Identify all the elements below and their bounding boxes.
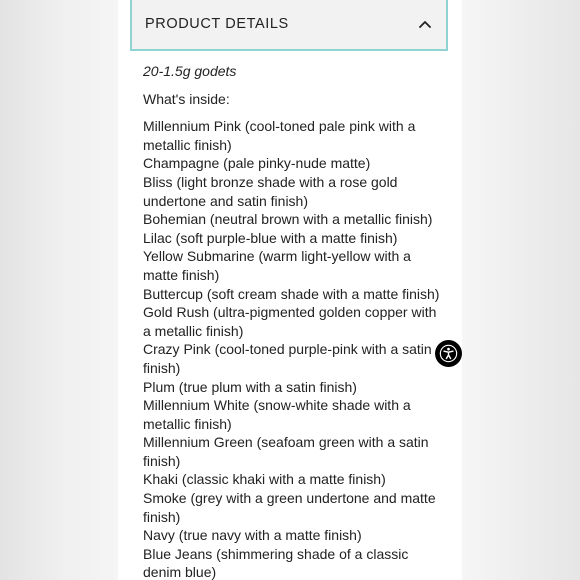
shade-item: Yellow Submarine (warm light-yellow with… xyxy=(143,248,411,283)
shade-list: Millennium Pink (cool-toned pale pink wi… xyxy=(143,117,443,580)
shade-item: Lilac (soft purple-blue with a matte fin… xyxy=(143,229,398,246)
shade-item: Gold Rush (ultra-pigmented golden copper… xyxy=(143,304,437,339)
shade-item: Navy (true navy with a matte finish) xyxy=(143,527,362,544)
shade-item: Bliss (light bronze shade with a rose go… xyxy=(143,173,398,209)
background-left xyxy=(0,0,118,580)
shade-item: Bohemian (neutral brown with a metallic … xyxy=(143,211,433,228)
shade-item: Blue Jeans (shimmering shade of a classi… xyxy=(143,545,409,580)
shade-item: Crazy Pink (cool-toned purple-pink with … xyxy=(143,341,432,376)
whats-inside-label: What's inside: xyxy=(143,90,230,107)
product-details-accordion-header[interactable]: PRODUCT DETAILS xyxy=(130,0,448,51)
shade-item: Buttercup (soft cream shade with a matte… xyxy=(143,285,440,302)
chevron-up-icon[interactable] xyxy=(418,17,432,31)
accordion-title: PRODUCT DETAILS xyxy=(145,15,289,32)
shade-item: Smoke (grey with a green undertone and m… xyxy=(143,490,436,525)
product-details-content: 20-1.5g godets What's inside: Millennium… xyxy=(143,62,443,580)
background-right xyxy=(462,0,580,580)
shade-item: Khaki (classic khaki with a matte finish… xyxy=(143,471,386,488)
accessibility-button[interactable] xyxy=(435,340,462,367)
shade-item: Millennium White (snow-white shade with … xyxy=(143,397,411,432)
size-text: 20-1.5g godets xyxy=(143,63,237,79)
shade-item: Plum (true plum with a satin finish) xyxy=(143,378,357,395)
shade-item: Millennium Pink (cool-toned pale pink wi… xyxy=(143,118,416,153)
product-panel: PRODUCT DETAILS 20-1.5g godets What's in… xyxy=(118,0,462,580)
shade-item: Millennium Green (seafoam green with a s… xyxy=(143,434,429,469)
accessibility-icon xyxy=(439,344,458,363)
shade-item: Champagne (pale pinky-nude matte) xyxy=(143,155,371,172)
